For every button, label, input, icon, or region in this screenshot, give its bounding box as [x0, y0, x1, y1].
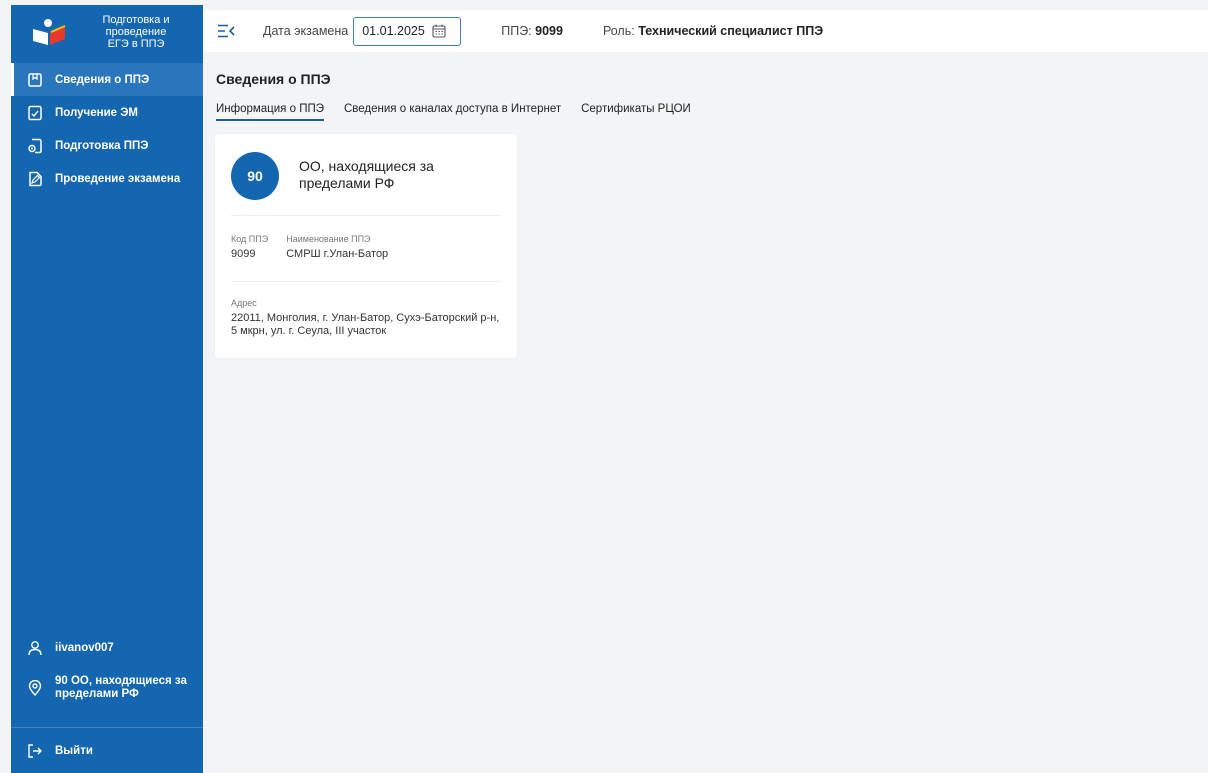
brand-title-line2: проведение: [105, 26, 167, 38]
tab-ppe-info[interactable]: Информация о ППЭ: [216, 103, 324, 121]
sidebar-item-label: Получение ЭМ: [55, 106, 138, 119]
logout-button[interactable]: Выйти: [11, 727, 203, 773]
ppe-name-field-label: Наименование ППЭ: [286, 234, 371, 244]
sidebar-item-label: Сведения о ППЭ: [55, 73, 150, 86]
logout-icon: [27, 743, 43, 759]
book-icon: [27, 72, 43, 88]
current-ppe-label: 90 ОО, находящиеся за пределами РФ: [55, 675, 187, 701]
region-title: ОО, находящиеся за пределами РФ: [299, 158, 434, 191]
document-settings-icon: [27, 138, 43, 154]
top-bar: Дата экзамена 01.01.2025 ППЭ: 9099 Роль:…: [203, 10, 1208, 52]
sidebar-item-ppe-info[interactable]: Сведения о ППЭ: [11, 63, 203, 96]
tabs: Информация о ППЭ Сведения о каналах дост…: [216, 103, 711, 121]
document-edit-icon: [27, 171, 43, 187]
user-role: Роль: Технический специалист ППЭ: [603, 24, 823, 38]
role-value: Технический специалист ППЭ: [638, 24, 824, 38]
address-field: Адрес 22011, Монголия, г. Улан-Батор, Су…: [231, 298, 501, 338]
location-pin-icon: [27, 680, 43, 696]
sidebar-nav: Сведения о ППЭ Получение ЭМ Подготовка П…: [11, 63, 203, 195]
sidebar-footer: iivanov007 90 ОО, находящиеся за предела…: [11, 633, 203, 773]
user-account[interactable]: iivanov007: [11, 633, 203, 663]
region-badge: 90: [231, 152, 279, 200]
exam-date-value: 01.01.2025: [362, 24, 425, 38]
address-field-label: Адрес: [231, 298, 257, 308]
current-ppe-line2: пределами РФ: [55, 688, 139, 700]
tab-internet-channels[interactable]: Сведения о каналах доступа в Интернет: [344, 103, 561, 121]
ppe-name-field: Наименование ППЭ СМРШ г.Улан-Батор: [286, 234, 388, 260]
calendar-icon[interactable]: [432, 23, 448, 39]
role-label: Роль:: [602, 24, 635, 38]
user-icon: [27, 640, 43, 656]
current-ppe-line1: 90 ОО, находящиеся за: [55, 675, 187, 687]
ppe-code-field-label: Код ППЭ: [231, 234, 269, 244]
sidebar-item-receive-em[interactable]: Получение ЭМ: [11, 96, 203, 129]
ege-logo-icon: [31, 17, 69, 47]
exam-date-label: Дата экзамена: [263, 24, 349, 38]
current-ppe[interactable]: 90 ОО, находящиеся за пределами РФ: [11, 663, 203, 713]
sidebar-item-prepare-ppe[interactable]: Подготовка ППЭ: [11, 129, 203, 162]
brand[interactable]: Подготовка и проведение ЕГЭ в ППЭ: [11, 5, 203, 59]
sidebar: Подготовка и проведение ЕГЭ в ППЭ Сведен…: [11, 5, 203, 773]
collapse-menu-icon[interactable]: [215, 20, 237, 42]
ppe-info-card: 90 ОО, находящиеся за пределами РФ Код П…: [215, 134, 517, 358]
exam-date-field[interactable]: 01.01.2025: [353, 16, 462, 46]
address-field-value: 22011, Монголия, г. Улан-Батор, Сухэ-Бат…: [231, 312, 500, 337]
ppe-name-field-value: СМРШ г.Улан-Батор: [286, 248, 389, 260]
ppe-code-label: ППЭ:: [501, 24, 532, 38]
document-receive-icon: [27, 105, 43, 121]
card-header: 90 ОО, находящиеся за пределами РФ: [231, 152, 501, 216]
ppe-fields: Код ППЭ 9099 Наименование ППЭ СМРШ г.Ула…: [231, 234, 406, 260]
user-login: iivanov007: [55, 642, 114, 654]
page-title: Сведения о ППЭ: [216, 71, 331, 87]
ppe-code: ППЭ: 9099: [501, 24, 563, 38]
ppe-code-field: Код ППЭ 9099: [231, 234, 268, 260]
tab-rcoi-certificates[interactable]: Сертификаты РЦОИ: [581, 103, 691, 121]
brand-title-line1: Подготовка и: [102, 14, 170, 26]
sidebar-item-label: Подготовка ППЭ: [55, 139, 149, 152]
card-divider: [231, 281, 501, 282]
logout-label: Выйти: [55, 744, 93, 757]
ppe-code-value: 9099: [535, 24, 563, 38]
brand-title-line3: ЕГЭ в ППЭ: [107, 38, 165, 50]
brand-title: Подготовка и проведение ЕГЭ в ППЭ: [81, 14, 191, 50]
sidebar-item-conduct-exam[interactable]: Проведение экзамена: [11, 162, 203, 195]
sidebar-item-label: Проведение экзамена: [55, 172, 181, 185]
ppe-code-field-value: 9099: [231, 248, 256, 260]
